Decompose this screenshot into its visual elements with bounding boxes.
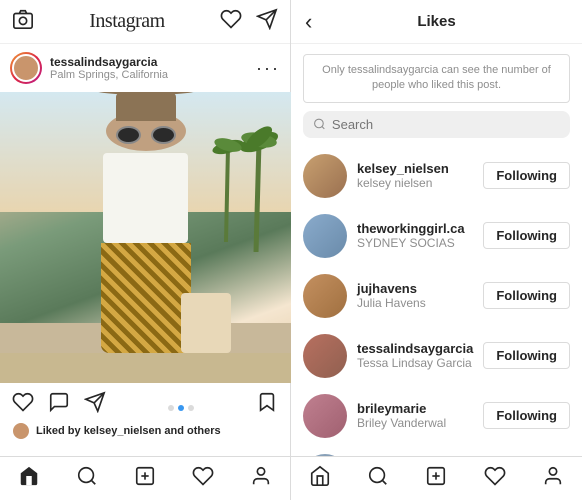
username[interactable]: tessalindsaygarcia [357,341,483,356]
liked-username[interactable]: kelsey_nielsen [84,425,162,437]
liked-avatar [12,422,30,440]
list-item: brileymarie Briley Vanderwal Following [291,386,582,446]
nav-add-icon[interactable] [134,465,156,492]
user-info: brileymarie Briley Vanderwal [357,401,483,430]
follow-button[interactable]: Following [483,162,570,189]
follow-button[interactable]: Following [483,402,570,429]
nav-activity-icon[interactable] [484,465,506,492]
header-right-icons [220,8,278,35]
nav-activity-icon[interactable] [192,465,214,492]
post-image [0,92,291,383]
save-button[interactable] [256,391,278,418]
privacy-notice-text: Only tessalindsaygarcia can see the numb… [314,63,559,94]
nav-profile-icon[interactable] [250,465,272,492]
left-header: Instagram [0,0,290,44]
user-avatar[interactable] [303,274,347,318]
post-location: Palm Springs, California [50,69,168,81]
display-name: SYDNEY SOCIAS [357,236,483,250]
search-bar[interactable] [303,111,570,138]
direct-icon[interactable] [256,8,278,35]
share-button[interactable] [84,391,106,418]
post-user-row: tessalindsaygarcia Palm Springs, Califor… [0,44,290,92]
user-avatar[interactable] [303,394,347,438]
display-name: Tessa Lindsay Garcia [357,356,483,370]
nav-search-icon[interactable] [367,465,389,492]
right-header: ‹ Likes [291,0,582,44]
instagram-logo: Instagram [89,10,164,33]
liked-row: Liked by kelsey_nielsen and others [0,422,290,446]
username[interactable]: theworkinggirl.ca [357,221,483,236]
post-actions-row [0,383,290,422]
post-username[interactable]: tessalindsaygarcia [50,55,168,69]
username[interactable]: kelsey_nielsen [357,161,483,176]
liked-text: Liked by kelsey_nielsen and others [36,425,221,437]
right-panel-title: Likes [417,13,455,30]
username[interactable]: brileymarie [357,401,483,416]
nav-search-icon[interactable] [76,465,98,492]
display-name: kelsey nielsen [357,176,483,190]
activity-icon[interactable] [220,8,242,35]
search-input[interactable] [332,117,560,132]
list-item: samanthaculos sam 〜 Following [291,446,582,456]
user-avatar[interactable] [303,154,347,198]
list-item: kelsey_nielsen kelsey nielsen Following [291,146,582,206]
left-panel: Instagram tessalindsaygarcia Pal [0,0,291,500]
follow-button[interactable]: Following [483,282,570,309]
privacy-notice: Only tessalindsaygarcia can see the numb… [303,54,570,103]
left-bottom-nav [0,456,290,500]
post-user-avatar[interactable] [10,52,42,84]
user-avatar[interactable] [303,214,347,258]
right-bottom-nav [291,456,582,500]
username[interactable]: jujhavens [357,281,483,296]
nav-add-icon[interactable] [425,465,447,492]
nav-home-icon[interactable] [309,465,331,492]
right-panel: ‹ Likes Only tessalindsaygarcia can see … [291,0,582,500]
dot-1 [168,405,174,411]
display-name: Briley Vanderwal [357,416,483,430]
user-info: kelsey_nielsen kelsey nielsen [357,161,483,190]
dot-2 [178,405,184,411]
list-item: tessalindsaygarcia Tessa Lindsay Garcia … [291,326,582,386]
search-icon [313,117,326,131]
display-name: Julia Havens [357,296,483,310]
post-user-info: tessalindsaygarcia Palm Springs, Califor… [10,52,168,84]
user-info: jujhavens Julia Havens [357,281,483,310]
comment-button[interactable] [48,391,70,418]
back-button[interactable]: ‹ [305,11,312,33]
follow-button[interactable]: Following [483,222,570,249]
like-button[interactable] [12,391,34,418]
user-info: theworkinggirl.ca SYDNEY SOCIAS [357,221,483,250]
nav-profile-icon[interactable] [542,465,564,492]
follow-button[interactable]: Following [483,342,570,369]
user-avatar[interactable] [303,334,347,378]
nav-home-icon[interactable] [18,465,40,492]
likes-list: kelsey_nielsen kelsey nielsen Following … [291,146,582,456]
list-item: jujhavens Julia Havens Following [291,266,582,326]
dot-3 [188,405,194,411]
post-more-icon[interactable]: ··· [256,58,280,79]
post-user-text: tessalindsaygarcia Palm Springs, Califor… [50,55,168,81]
user-info: tessalindsaygarcia Tessa Lindsay Garcia [357,341,483,370]
list-item: theworkinggirl.ca SYDNEY SOCIAS Followin… [291,206,582,266]
camera-icon[interactable] [12,8,34,35]
